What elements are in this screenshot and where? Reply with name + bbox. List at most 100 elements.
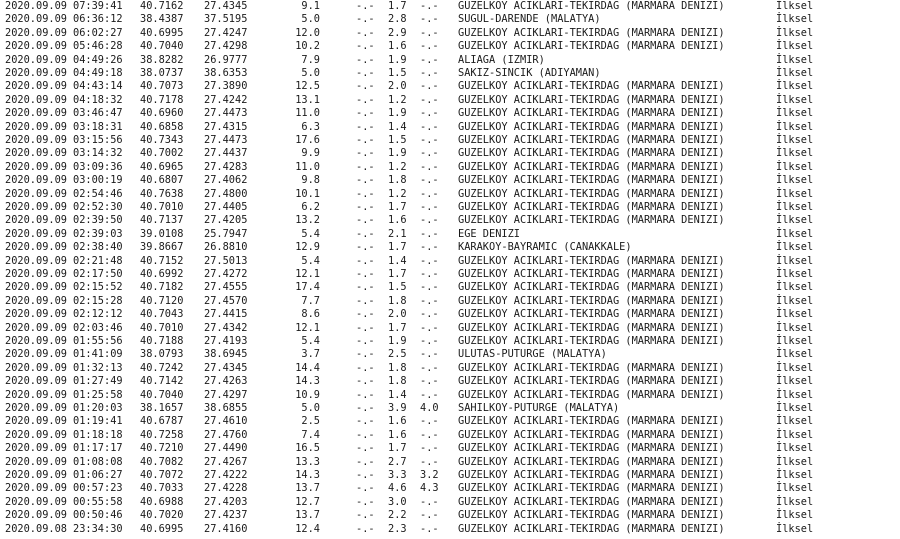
longitude-cell: 27.4570 bbox=[204, 294, 248, 307]
solution-type-cell: İlksel bbox=[776, 0, 814, 12]
longitude-cell: 26.9777 bbox=[204, 53, 248, 66]
longitude-cell: 27.4345 bbox=[204, 361, 248, 374]
solution-type-cell: İlksel bbox=[776, 26, 814, 39]
location-cell: GUZELKOY ACIKLARI-TEKIRDAG (MARMARA DENI… bbox=[458, 482, 725, 495]
ml-magnitude-cell: 1.2 bbox=[388, 93, 407, 106]
latitude-cell: 40.7343 bbox=[140, 134, 184, 146]
location-cell: GUZELKOY ACIKLARI-TEKIRDAG (MARMARA DENI… bbox=[458, 455, 725, 468]
location-cell: GUZELKOY ACIKLARI-TEKIRDAG (MARMARA DENI… bbox=[458, 415, 725, 428]
mw-magnitude-cell: -.- bbox=[420, 509, 439, 522]
md-magnitude-cell: -.- bbox=[356, 214, 375, 227]
latitude-cell: 40.7120 bbox=[140, 294, 184, 307]
time-cell: 02:15:52 bbox=[73, 281, 123, 294]
latitude-cell: 40.6965 bbox=[140, 160, 184, 173]
md-magnitude-cell: -.- bbox=[356, 187, 375, 200]
md-magnitude-cell: -.- bbox=[356, 428, 375, 441]
location-cell: GUZELKOY ACIKLARI-TEKIRDAG (MARMARA DENI… bbox=[458, 0, 725, 12]
ml-magnitude-cell: 1.9 bbox=[388, 335, 407, 347]
location-cell: GUZELKOY ACIKLARI-TEKIRDAG (MARMARA DENI… bbox=[458, 442, 725, 455]
depth-cell: 16.5 bbox=[295, 442, 320, 455]
time-cell: 02:39:50 bbox=[73, 214, 123, 227]
longitude-cell: 27.4345 bbox=[204, 0, 248, 12]
location-cell: GUZELKOY ACIKLARI-TEKIRDAG (MARMARA DENI… bbox=[458, 120, 725, 133]
longitude-cell: 27.4247 bbox=[204, 26, 248, 39]
location-cell: GUZELKOY ACIKLARI-TEKIRDAG (MARMARA DENI… bbox=[458, 361, 725, 374]
ml-magnitude-cell: 1.4 bbox=[388, 120, 407, 133]
depth-cell: 13.1 bbox=[295, 93, 320, 106]
depth-cell: 5.0 bbox=[301, 13, 320, 26]
md-magnitude-cell: -.- bbox=[356, 335, 375, 347]
solution-type-cell: İlksel bbox=[776, 348, 814, 361]
solution-type-cell: İlksel bbox=[776, 294, 814, 307]
longitude-cell: 27.4263 bbox=[204, 375, 248, 388]
md-magnitude-cell: -.- bbox=[356, 40, 375, 53]
solution-type-cell: İlksel bbox=[776, 13, 814, 26]
longitude-cell: 27.4415 bbox=[204, 308, 248, 321]
date-cell: 2020.09.09 bbox=[5, 134, 67, 146]
mw-magnitude-cell: -.- bbox=[420, 254, 439, 267]
latitude-cell: 38.0737 bbox=[140, 67, 184, 79]
location-cell: GUZELKOY ACIKLARI-TEKIRDAG (MARMARA DENI… bbox=[458, 522, 725, 535]
date-cell: 2020.09.09 bbox=[5, 455, 67, 468]
mw-magnitude-cell: -.- bbox=[420, 294, 439, 307]
solution-type-cell: İlksel bbox=[776, 509, 814, 522]
depth-cell: 17.6 bbox=[295, 134, 320, 146]
solution-type-cell: İlksel bbox=[776, 134, 814, 146]
mw-magnitude-cell: -.- bbox=[420, 241, 439, 254]
time-cell: 03:18:31 bbox=[73, 120, 123, 133]
time-cell: 02:03:46 bbox=[73, 321, 123, 334]
mw-magnitude-cell: -.- bbox=[420, 160, 439, 173]
latitude-cell: 40.6807 bbox=[140, 174, 184, 187]
time-cell: 04:43:14 bbox=[73, 80, 123, 93]
time-cell: 01:08:08 bbox=[73, 455, 123, 468]
longitude-cell: 27.4205 bbox=[204, 214, 248, 227]
location-cell: GUZELKOY ACIKLARI-TEKIRDAG (MARMARA DENI… bbox=[458, 428, 725, 441]
mw-magnitude-cell: -.- bbox=[420, 335, 439, 347]
location-cell: GUZELKOY ACIKLARI-TEKIRDAG (MARMARA DENI… bbox=[458, 469, 725, 481]
mw-magnitude-cell: -.- bbox=[420, 80, 439, 93]
mw-magnitude-cell: -.- bbox=[420, 174, 439, 187]
md-magnitude-cell: -.- bbox=[356, 93, 375, 106]
mw-magnitude-cell: -.- bbox=[420, 281, 439, 294]
longitude-cell: 27.4315 bbox=[204, 120, 248, 133]
mw-magnitude-cell: -.- bbox=[420, 187, 439, 200]
time-cell: 04:18:32 bbox=[73, 93, 123, 106]
ml-magnitude-cell: 1.7 bbox=[388, 268, 407, 280]
longitude-cell: 27.4222 bbox=[204, 469, 248, 481]
date-cell: 2020.09.09 bbox=[5, 26, 67, 39]
depth-cell: 3.7 bbox=[301, 348, 320, 361]
location-cell: GUZELKOY ACIKLARI-TEKIRDAG (MARMARA DENI… bbox=[458, 201, 725, 213]
md-magnitude-cell: -.- bbox=[356, 67, 375, 79]
solution-type-cell: İlksel bbox=[776, 308, 814, 321]
longitude-cell: 27.4267 bbox=[204, 455, 248, 468]
location-cell: GUZELKOY ACIKLARI-TEKIRDAG (MARMARA DENI… bbox=[458, 80, 725, 93]
date-cell: 2020.09.09 bbox=[5, 348, 67, 361]
date-cell: 2020.09.09 bbox=[5, 174, 67, 187]
latitude-cell: 38.1657 bbox=[140, 402, 184, 414]
time-cell: 04:49:18 bbox=[73, 67, 123, 79]
date-cell: 2020.09.09 bbox=[5, 321, 67, 334]
solution-type-cell: İlksel bbox=[776, 227, 814, 240]
location-cell: GUZELKOY ACIKLARI-TEKIRDAG (MARMARA DENI… bbox=[458, 107, 725, 120]
solution-type-cell: İlksel bbox=[776, 335, 814, 347]
latitude-cell: 40.7040 bbox=[140, 40, 184, 53]
time-cell: 01:41:09 bbox=[73, 348, 123, 361]
mw-magnitude-cell: -.- bbox=[420, 13, 439, 26]
depth-cell: 5.4 bbox=[301, 335, 320, 347]
location-cell: GUZELKOY ACIKLARI-TEKIRDAG (MARMARA DENI… bbox=[458, 268, 725, 280]
ml-magnitude-cell: 1.8 bbox=[388, 361, 407, 374]
time-cell: 01:06:27 bbox=[73, 469, 123, 481]
ml-magnitude-cell: 2.5 bbox=[388, 348, 407, 361]
mw-magnitude-cell: -.- bbox=[420, 0, 439, 12]
latitude-cell: 39.0108 bbox=[140, 227, 184, 240]
solution-type-cell: İlksel bbox=[776, 80, 814, 93]
solution-type-cell: İlksel bbox=[776, 67, 814, 79]
mw-magnitude-cell: -.- bbox=[420, 268, 439, 280]
longitude-cell: 27.4203 bbox=[204, 495, 248, 508]
ml-magnitude-cell: 1.9 bbox=[388, 53, 407, 66]
mw-magnitude-cell: -.- bbox=[420, 361, 439, 374]
longitude-cell: 27.4237 bbox=[204, 509, 248, 522]
solution-type-cell: İlksel bbox=[776, 201, 814, 213]
date-cell: 2020.09.09 bbox=[5, 53, 67, 66]
mw-magnitude-cell: -.- bbox=[420, 428, 439, 441]
